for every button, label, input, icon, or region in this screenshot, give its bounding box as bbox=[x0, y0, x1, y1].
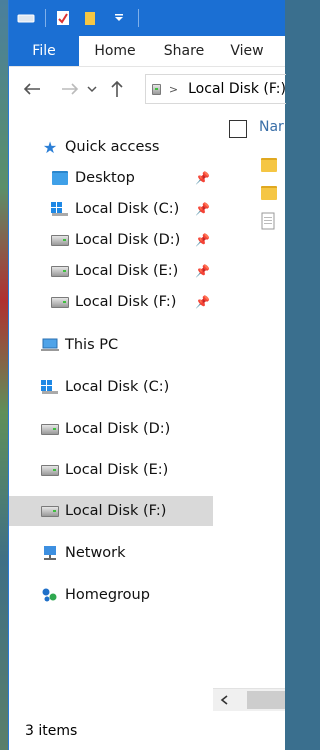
windows-drive-icon bbox=[51, 201, 69, 217]
item-count: 3 items bbox=[25, 723, 78, 739]
nav-item-label: Local Disk (F:) bbox=[65, 503, 167, 519]
tab-file[interactable]: File bbox=[9, 36, 79, 66]
column-header-name[interactable]: Nar bbox=[259, 119, 284, 135]
forward-arrow-icon bbox=[62, 83, 79, 95]
network-icon bbox=[41, 545, 59, 561]
tab-view[interactable]: View bbox=[217, 36, 277, 66]
tab-share[interactable]: Share bbox=[151, 36, 217, 66]
back-button[interactable] bbox=[17, 74, 47, 104]
back-arrow-icon bbox=[23, 83, 40, 95]
nav-local-disk-c[interactable]: Local Disk (C:) bbox=[9, 372, 243, 402]
forward-button[interactable] bbox=[55, 74, 85, 104]
drive-icon bbox=[41, 421, 59, 437]
file-list: Nar bbox=[213, 110, 285, 710]
nav-item-label: Quick access bbox=[65, 139, 160, 155]
nav-this-pc[interactable]: This PC bbox=[9, 330, 243, 360]
nav-local-disk-e[interactable]: Local Disk (E:) bbox=[9, 455, 243, 485]
scroll-left-icon[interactable] bbox=[217, 694, 233, 706]
desktop-folder-icon bbox=[51, 170, 69, 186]
up-button[interactable] bbox=[105, 74, 129, 104]
file-row[interactable] bbox=[261, 212, 275, 234]
drive-icon bbox=[51, 294, 69, 310]
file-row[interactable] bbox=[261, 158, 277, 176]
file-row[interactable] bbox=[261, 186, 277, 204]
drive-icon bbox=[41, 462, 59, 478]
nav-homegroup[interactable]: Homegroup bbox=[9, 580, 243, 610]
computer-icon bbox=[41, 337, 59, 353]
new-folder-icon[interactable] bbox=[80, 7, 102, 29]
scroll-thumb[interactable] bbox=[247, 691, 285, 709]
customize-dropdown-icon[interactable] bbox=[108, 7, 130, 29]
chevron-down-icon bbox=[87, 86, 97, 93]
toolbar-separator bbox=[138, 9, 139, 27]
properties-icon[interactable] bbox=[52, 7, 74, 29]
pin-icon[interactable]: 📌 bbox=[195, 171, 210, 185]
nav-item-label: Network bbox=[65, 545, 126, 561]
status-bar: 3 items bbox=[9, 712, 285, 750]
windows-drive-icon bbox=[41, 379, 59, 395]
nav-local-disk-d[interactable]: Local Disk (D:) bbox=[9, 414, 243, 444]
nav-local-disk-f[interactable]: Local Disk (F:) bbox=[9, 496, 243, 526]
drive-icon bbox=[51, 263, 69, 279]
star-icon: ★ bbox=[42, 137, 58, 157]
pin-icon[interactable]: 📌 bbox=[195, 264, 210, 278]
folder-icon bbox=[261, 186, 277, 200]
nav-item-label: Local Disk (D:) bbox=[75, 232, 181, 248]
drive-icon bbox=[152, 83, 161, 95]
pin-icon[interactable]: 📌 bbox=[195, 202, 210, 216]
nav-item-label: Local Disk (D:) bbox=[65, 421, 171, 437]
nav-network[interactable]: Network bbox=[9, 538, 243, 568]
nav-item-label: Local Disk (C:) bbox=[65, 379, 170, 395]
breadcrumb-current[interactable]: Local Disk (F:) bbox=[188, 81, 286, 97]
nav-item-label: Local Disk (C:) bbox=[75, 201, 180, 217]
toolbar-separator bbox=[45, 9, 46, 27]
up-arrow-icon bbox=[111, 80, 123, 97]
recent-locations-button[interactable] bbox=[85, 74, 99, 104]
tab-home[interactable]: Home bbox=[79, 36, 151, 66]
pin-icon[interactable]: 📌 bbox=[195, 233, 210, 247]
pin-icon[interactable]: 📌 bbox=[195, 295, 210, 309]
title-bar bbox=[9, 0, 285, 36]
nav-quick-access[interactable]: ★ Quick access bbox=[9, 132, 243, 162]
navigation-pane: ★ Quick access Desktop 📌 Local Disk (C:)… bbox=[9, 110, 243, 710]
nav-item-label: This PC bbox=[65, 337, 119, 353]
select-all-checkbox[interactable] bbox=[229, 120, 247, 138]
file-explorer-window: File Home Share View > Local Disk (F:) ★… bbox=[8, 0, 286, 750]
breadcrumb-separator[interactable]: > bbox=[169, 83, 178, 96]
nav-item-label: Homegroup bbox=[65, 587, 150, 603]
document-icon bbox=[261, 212, 275, 230]
nav-item-label: Local Disk (E:) bbox=[75, 263, 179, 279]
navigation-bar: > Local Disk (F:) bbox=[9, 70, 286, 108]
nav-item-label: Desktop bbox=[75, 170, 135, 186]
drive-icon[interactable] bbox=[15, 7, 37, 29]
drive-icon bbox=[41, 503, 59, 519]
address-bar[interactable]: > Local Disk (F:) bbox=[145, 74, 286, 104]
horizontal-scrollbar[interactable] bbox=[213, 688, 285, 711]
folder-icon bbox=[261, 158, 277, 172]
ribbon-tabs: File Home Share View bbox=[9, 36, 285, 67]
nav-item-label: Local Disk (F:) bbox=[75, 294, 177, 310]
drive-icon bbox=[51, 232, 69, 248]
homegroup-icon bbox=[41, 587, 59, 603]
nav-item-label: Local Disk (E:) bbox=[65, 462, 169, 478]
